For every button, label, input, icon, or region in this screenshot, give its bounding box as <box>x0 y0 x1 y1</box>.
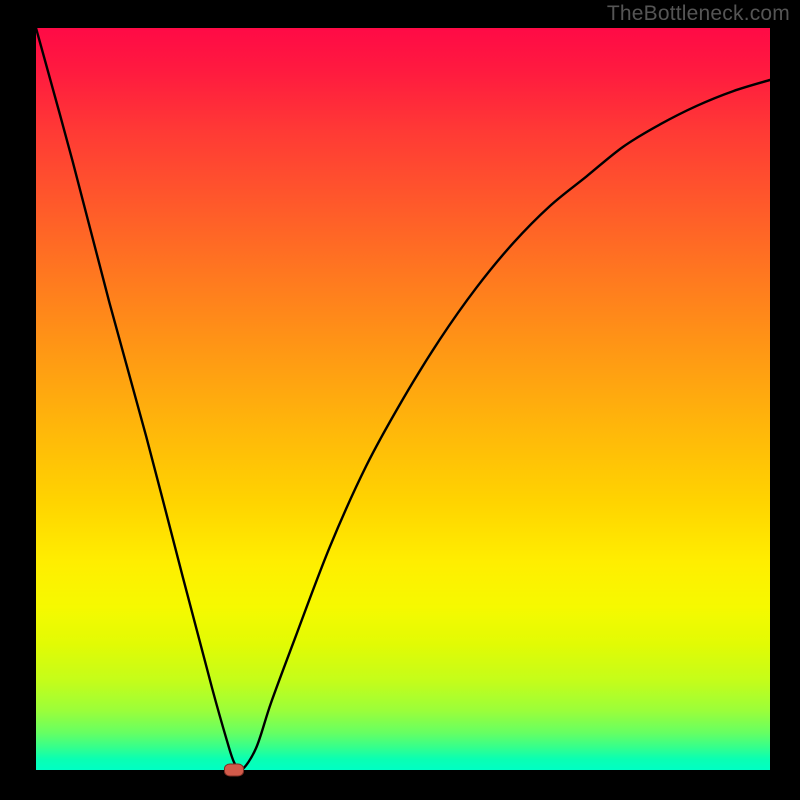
minimum-marker <box>224 764 244 777</box>
bottleneck-curve-path <box>36 28 770 770</box>
plot-area <box>36 28 770 770</box>
watermark-label: TheBottleneck.com <box>607 2 790 26</box>
curve-layer <box>36 28 770 770</box>
chart-frame: TheBottleneck.com <box>0 0 800 800</box>
